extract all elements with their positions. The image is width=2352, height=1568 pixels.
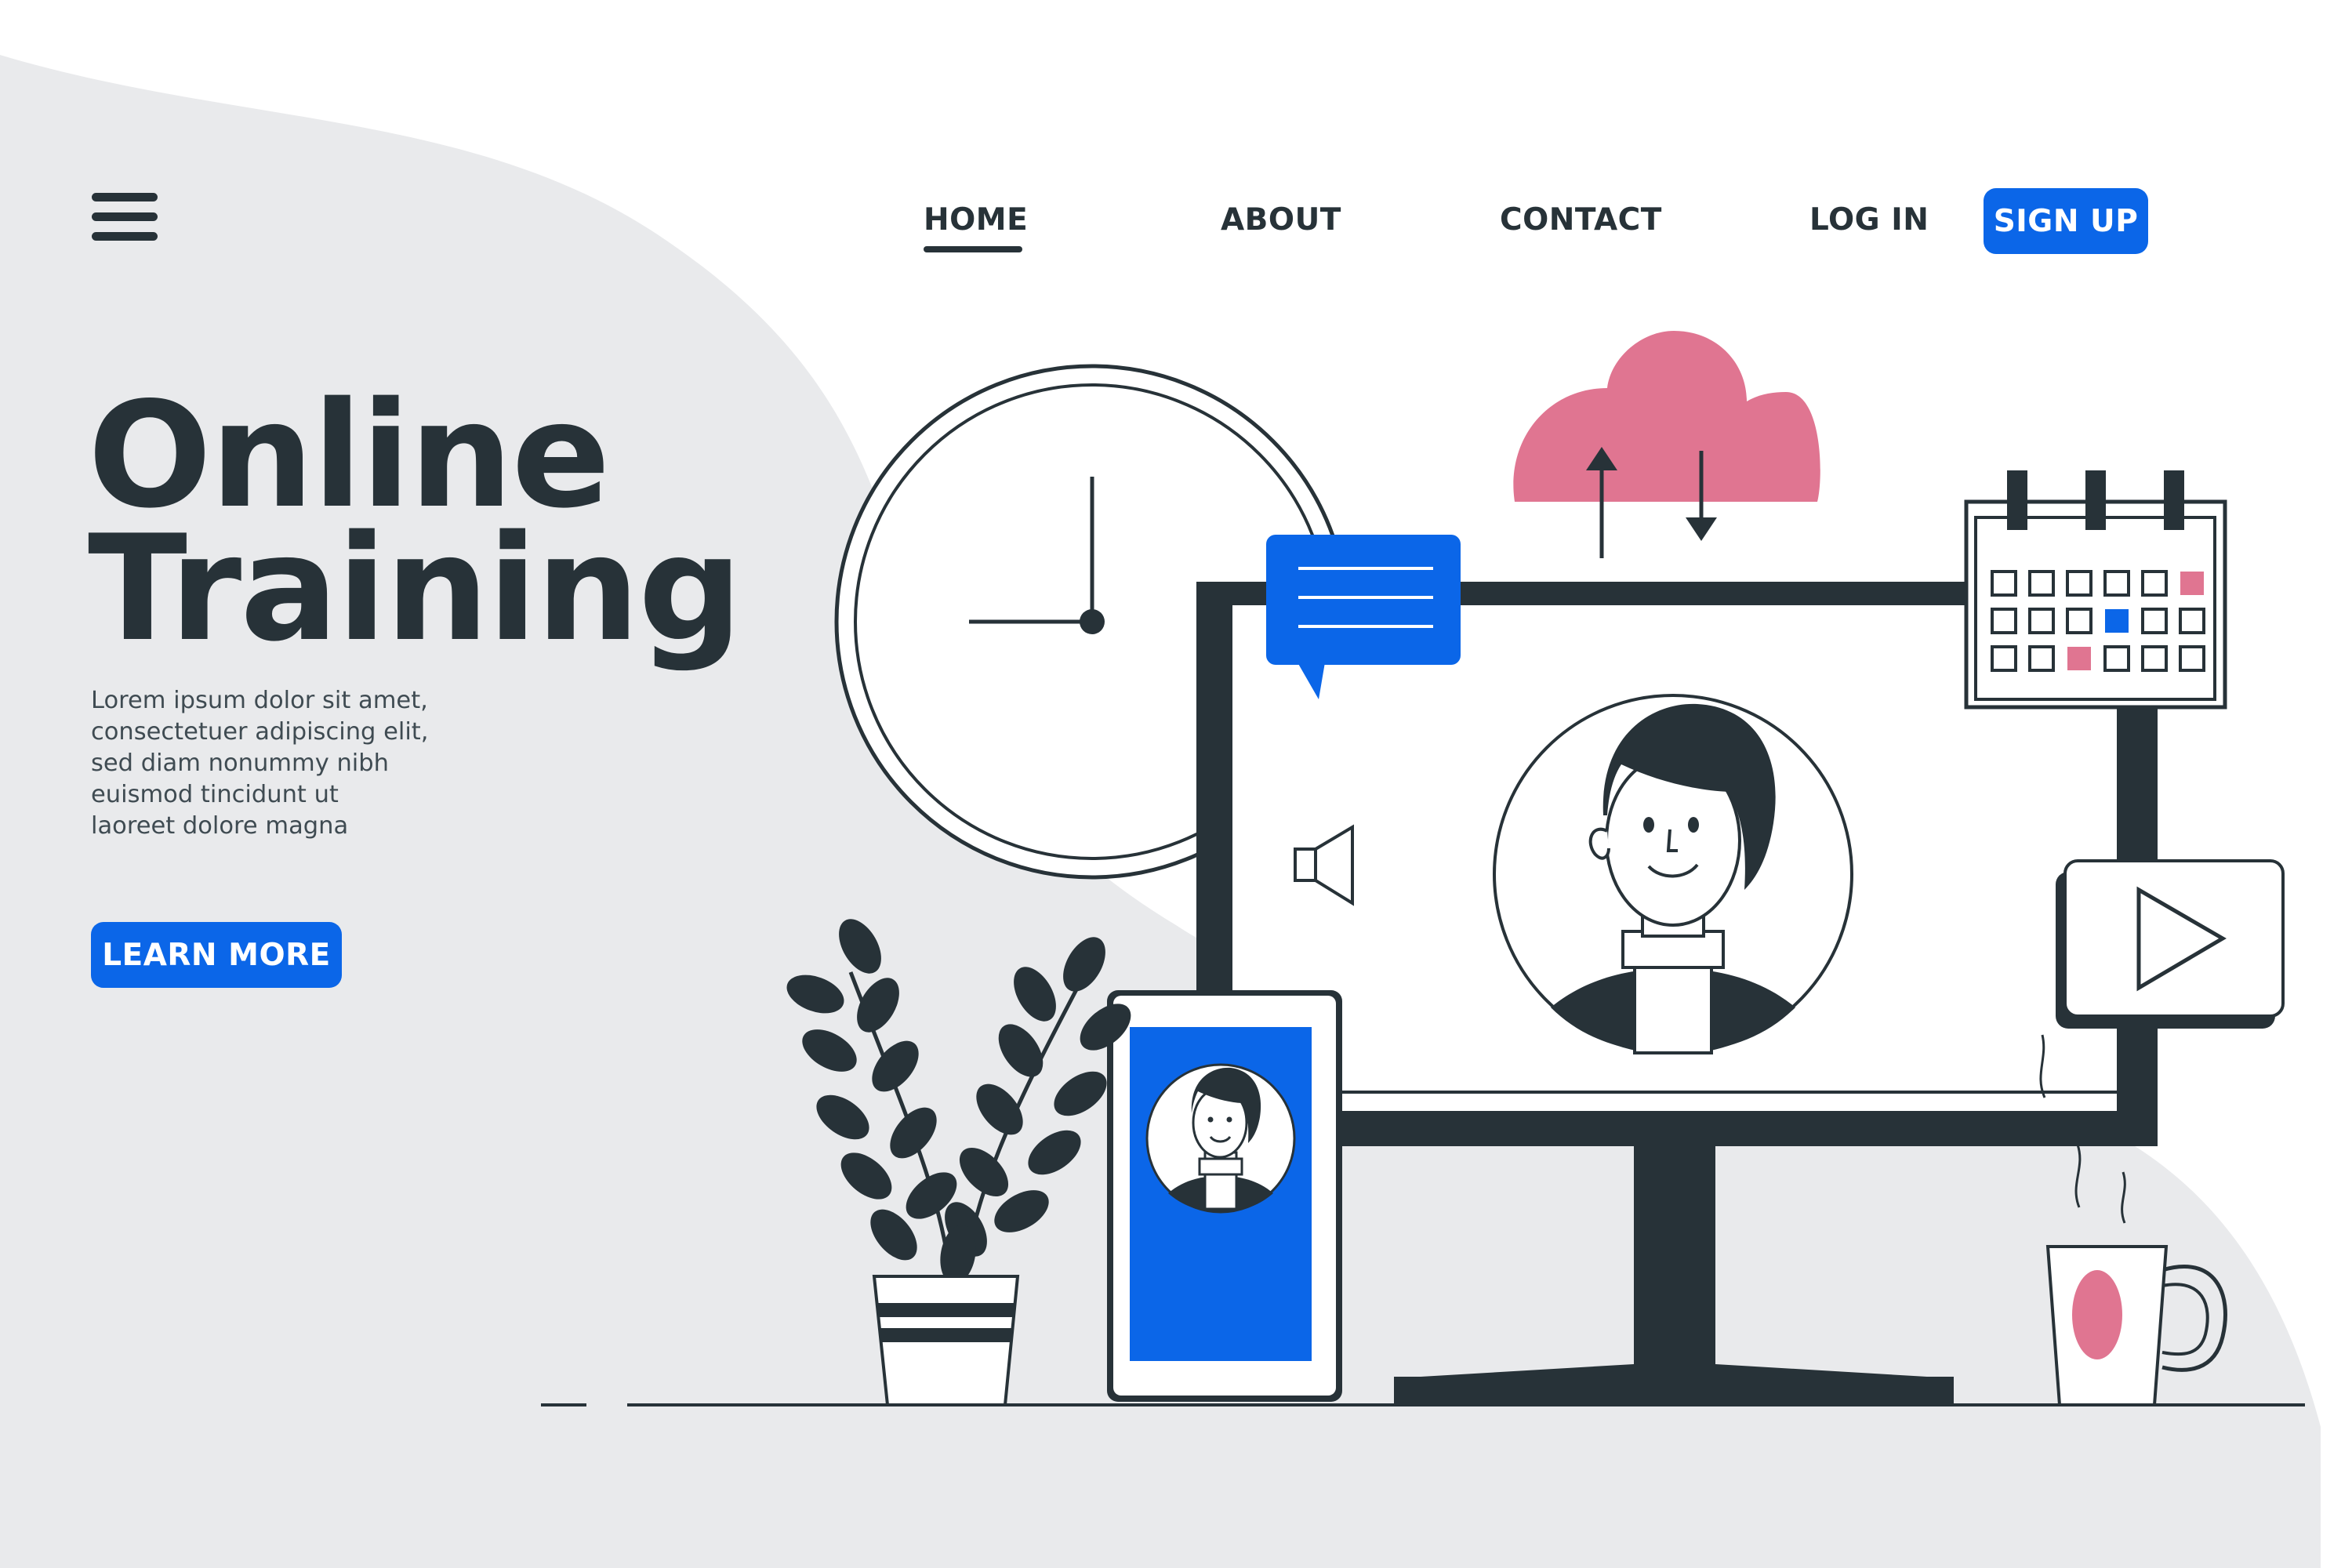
calendar-day-cell [2066, 608, 2092, 634]
calendar-day-cell [2180, 572, 2204, 595]
cloud-sync-icon [1513, 331, 1820, 558]
plant-leaf [840, 1152, 892, 1200]
plant-leaf [976, 1083, 1023, 1135]
plant-leaf [890, 1107, 937, 1159]
plant-leaf [857, 978, 899, 1033]
plant-leaf [816, 1094, 869, 1140]
calendar-day-cell [2141, 608, 2168, 634]
calendar-icon [1964, 470, 2227, 710]
calendar-day-cell [2067, 647, 2091, 670]
plant-leaf [1063, 937, 1105, 992]
calendar-day-cell [2141, 570, 2168, 597]
calendar-day-cell [2103, 645, 2130, 672]
calendar-day-cell [2028, 570, 2055, 597]
plant-leaves [786, 919, 1131, 1284]
video-call-avatar-icon [1493, 694, 1853, 1054]
calendar-day-cell [2141, 645, 2168, 672]
calendar-day-cell [2179, 608, 2205, 634]
plant-leaf [1014, 967, 1056, 1022]
plant-leaf [839, 919, 881, 974]
smartphone-icon [1107, 990, 1342, 1402]
potted-plant-icon [786, 919, 1131, 1406]
online-training-illustration [541, 331, 2305, 1406]
calendar-day-cell [2105, 609, 2129, 633]
calendar-day-cell [2179, 645, 2205, 672]
calendar-day-cell [2028, 645, 2055, 672]
calendar-day-cell [2066, 570, 2092, 597]
calendar-day-cell [1991, 645, 2017, 672]
calendar-day-cell [2103, 570, 2130, 597]
plant-leaf [1054, 1071, 1107, 1116]
plant-leaf [998, 1024, 1044, 1077]
plant-leaf [1028, 1130, 1081, 1175]
calendar-day-cell [2028, 608, 2055, 634]
plant-leaf [786, 975, 844, 1014]
play-button-icon [2056, 859, 2285, 1029]
calendar-day-cell [1991, 570, 2017, 597]
plant-leaf [802, 1029, 857, 1072]
calendar-day-cell [1991, 608, 2017, 634]
